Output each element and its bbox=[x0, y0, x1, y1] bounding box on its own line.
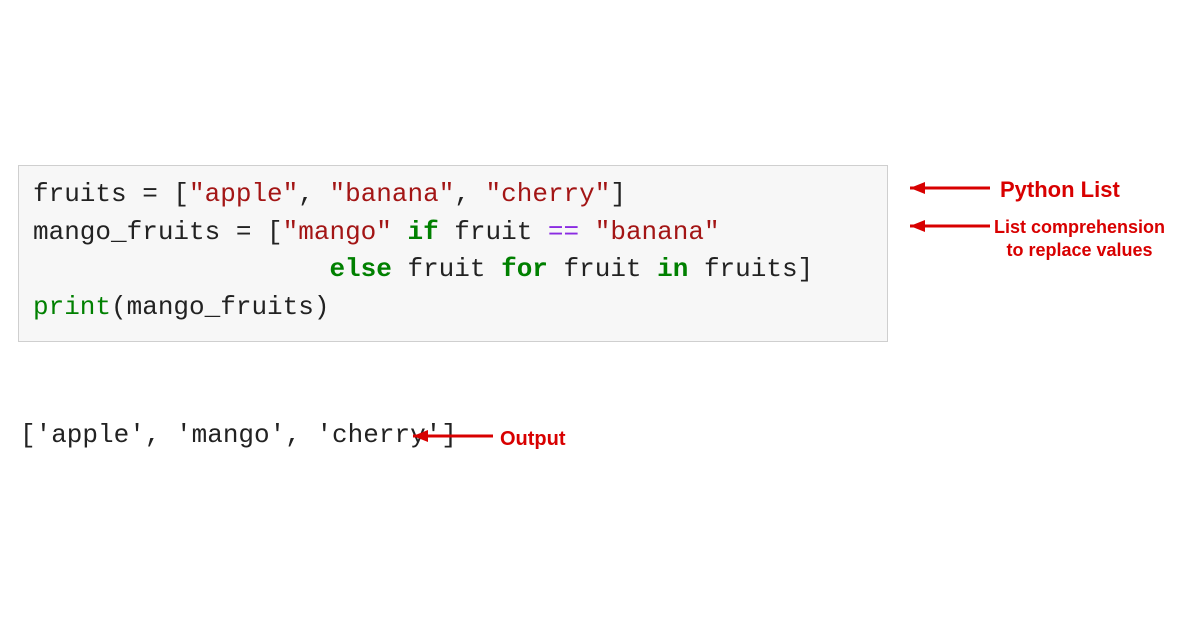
keyword-in: in bbox=[657, 254, 688, 284]
var-fruits: fruits bbox=[33, 179, 127, 209]
arrow-2 bbox=[895, 216, 995, 236]
annotation-output: Output bbox=[500, 428, 566, 451]
arrow-3 bbox=[398, 426, 498, 446]
code-line-2: mango_fruits = ["mango" if fruit == "ban… bbox=[33, 214, 873, 252]
fn-print: print bbox=[33, 292, 111, 322]
string-banana: "banana" bbox=[329, 179, 454, 209]
code-block: fruits = ["apple", "banana", "cherry"] m… bbox=[18, 165, 888, 342]
code-line-5: print(mango_fruits) bbox=[33, 289, 873, 327]
arrow-1 bbox=[895, 178, 995, 198]
string-mango: "mango" bbox=[283, 217, 392, 247]
string-banana-2: "banana" bbox=[595, 217, 720, 247]
string-apple: "apple" bbox=[189, 179, 298, 209]
annotation-list-comprehension: List comprehension to replace values bbox=[994, 216, 1165, 261]
keyword-for: for bbox=[501, 254, 548, 284]
operator-eq: == bbox=[548, 217, 579, 247]
var-mango-fruits: mango_fruits bbox=[33, 217, 220, 247]
code-line-1: fruits = ["apple", "banana", "cherry"] bbox=[33, 176, 873, 214]
code-line-3: else fruit for fruit in fruits] bbox=[33, 251, 873, 289]
string-cherry: "cherry" bbox=[486, 179, 611, 209]
output-text: ['apple', 'mango', 'cherry'] bbox=[20, 420, 457, 450]
annotation-python-list: Python List bbox=[1000, 177, 1120, 203]
keyword-else: else bbox=[329, 254, 391, 284]
keyword-if: if bbox=[407, 217, 438, 247]
